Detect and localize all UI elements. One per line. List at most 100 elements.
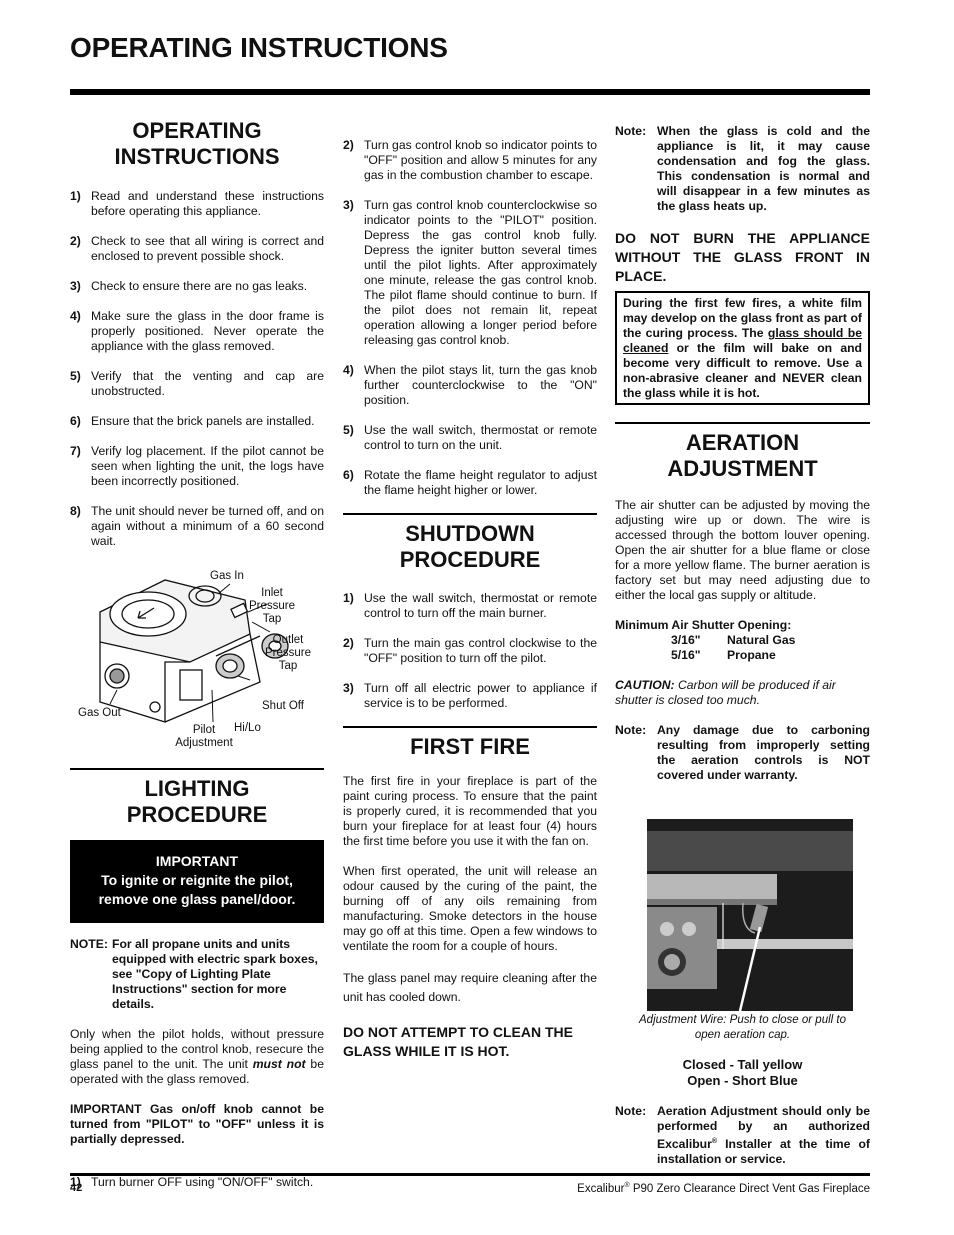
operating-steps-list: 1) Read and understand these instructions… [70,189,324,549]
step-number: 6) [343,468,354,482]
important-text: remove one glass panel/door. [98,891,296,907]
column-2: 2) Turn gas control knob so indicator poi… [343,138,597,1061]
important-callout: IMPORTANT To ignite or reignite the pilo… [70,840,324,923]
section-rule [343,513,597,515]
lighting-step: 3) Turn gas control knob counterclockwise… [343,198,597,348]
lighting-step: 1) Turn burner OFF using "ON/OFF" switch… [70,1175,324,1190]
step-number: 4) [343,363,354,377]
fuel-type: Natural Gas [727,633,796,647]
operating-instructions-heading: OPERATING INSTRUCTIONS [70,118,324,170]
step-text: Turn the main gas control clockwise to t… [364,636,597,665]
caution-text: CAUTION: Carbon will be produced if air … [615,678,836,707]
spec-row: 5/16" Propane [615,648,870,663]
step-text: Ensure that the brick panels are install… [91,414,315,428]
operating-step: 7) Verify log placement. If the pilot can… [70,444,324,489]
footer-rule [70,1173,870,1176]
step-text: Verify that the venting and cap are unob… [91,369,324,398]
condensation-note: Note: When the glass is cold and the app… [615,124,870,214]
gas-valve-diagram: Gas In Inlet Pressure Tap Outlet Pressur… [70,562,324,749]
heading-line: PROCEDURE [126,802,268,827]
first-fire-heading: FIRST FIRE [410,733,530,759]
label-outlet-pressure-tap: Outlet Pressure Tap [264,634,312,672]
aeration-adjustment-heading: AERATION ADJUSTMENT [615,430,870,482]
lighting-step: 2) Turn gas control knob so indicator poi… [343,138,597,183]
operating-step: 1) Read and understand these instructions… [70,189,324,219]
shutdown-step: 2) Turn the main gas control clockwise to… [343,636,597,666]
label-inlet-pressure-tap: Inlet Pressure Tap [248,587,296,625]
operating-step: 4) Make sure the glass in the door frame … [70,309,324,354]
emphasis: must not [252,1057,306,1071]
important-title: IMPORTANT [155,853,239,869]
note-label: Note: [615,1104,647,1118]
closed-flame-text: Closed - Tall yellow [682,1057,803,1072]
note-label: Note: [615,124,647,138]
note-text: Any damage due to carboning resulting fr… [657,723,870,782]
fuel-type: Propane [727,648,776,662]
step-number: 3) [70,279,81,293]
note-label: NOTE: [70,937,108,951]
first-fire-paragraph: When first operated, the unit will relea… [343,863,597,953]
min-air-shutter-title: Minimum Air Shutter Opening: [615,618,792,632]
air-shutter-specs: 3/16" Natural Gas 5/16" Propane [615,633,870,663]
note-text: When the glass is cold and the appliance… [657,124,870,213]
step-number: 2) [70,234,81,248]
glass-front-warning: DO NOT BURN THE APPLIANCE WITHOUT THE GL… [615,230,870,284]
step-text: Verify log placement. If the pilot canno… [91,444,324,488]
installer-note: Note: Aeration Adjustment should only be… [615,1104,870,1167]
operating-step: 8) The unit should never be turned off, a… [70,504,324,549]
label-shut-off: Shut Off [262,700,304,712]
opening-size: 5/16" [671,648,701,662]
label-hi-lo: Hi/Lo [234,722,261,734]
warranty-note: Note: Any damage due to carboning result… [615,723,870,783]
step-text: Rotate the flame height regulator to adj… [364,468,597,497]
step-number: 3) [343,681,354,695]
shutdown-step: 1) Use the wall switch, thermostat or rem… [343,591,597,621]
section-rule [70,768,324,770]
label-gas-out: Gas Out [78,707,121,719]
aeration-paragraph: The air shutter can be adjusted by movin… [615,498,870,602]
step-number: 2) [343,636,354,650]
heading-line: LIGHTING [144,776,250,801]
step-text: Use the wall switch, thermostat or remot… [364,591,597,620]
operating-step: 6) Ensure that the brick panels are insta… [70,414,324,429]
lighting-note: NOTE: For all propane units and units eq… [70,937,324,1012]
heading-line: PROCEDURE [399,547,541,572]
step-number: 1) [343,591,354,605]
step-text: Check to see that all wiring is correct … [91,234,324,263]
step-number: 5) [70,369,81,383]
burner-photo-illustration [647,819,853,1011]
lighting-steps-list: 2) Turn gas control knob so indicator poi… [343,138,597,498]
photo-caption: Adjustment Wire: Push to close or pull t… [639,1014,846,1041]
aeration-photo [647,819,853,1011]
step-text: Make sure the glass in the door frame is… [91,309,324,353]
open-flame-text: Open - Short Blue [687,1073,798,1088]
step-text: Turn burner OFF using "ON/OFF" switch. [91,1175,314,1189]
step-number: 6) [70,414,81,428]
lighting-step: 6) Rotate the flame height regulator to a… [343,468,597,498]
first-fire-paragraph: The glass panel may require cleaning aft… [343,970,597,1004]
label-pilot-adjustment: Pilot Adjustment [175,724,233,749]
section-rule [343,726,597,728]
header-rule [70,89,870,95]
heading-line: OPERATING [132,118,262,143]
note-text: For all propane units and units equipped… [112,937,318,1011]
heading-line: SHUTDOWN [405,521,535,546]
note-label: Note: [615,723,647,737]
step-number: 3) [343,198,354,212]
step-text: Turn off all electric power to appliance… [364,681,597,710]
shutdown-steps-list: 1) Use the wall switch, thermostat or rem… [343,591,597,711]
step-text: Read and understand these instructions b… [91,189,324,218]
column-3: Note: When the glass is cold and the app… [615,124,870,1167]
page-number: 42 [70,1182,83,1194]
label-gas-in: Gas In [210,570,244,582]
section-rule [615,422,870,424]
shutdown-step: 3) Turn off all electric power to applian… [343,681,597,711]
step-number: 5) [343,423,354,437]
step-number: 8) [70,504,81,518]
lighting-procedure-heading: LIGHTING PROCEDURE [70,776,324,828]
step-text: Check to ensure there are no gas leaks. [91,279,308,293]
lighting-step: 4) When the pilot stays lit, turn the gas… [343,363,597,408]
operating-step: 5) Verify that the venting and cap are un… [70,369,324,399]
step-number: 4) [70,309,81,323]
white-film-callout: During the first few fires, a white film… [615,291,870,405]
